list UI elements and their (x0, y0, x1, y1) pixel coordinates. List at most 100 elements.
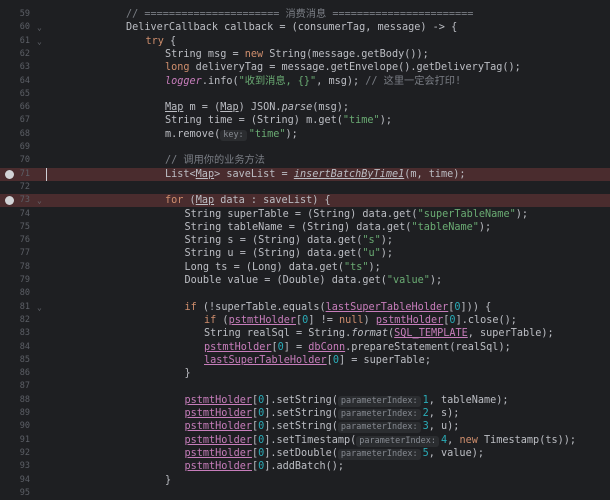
code-text[interactable]: DeliverCallback callback = (consumerTag,… (126, 21, 457, 34)
code-line[interactable]: 95 (0, 487, 610, 500)
code-text[interactable]: pstmtHolder[0].setString(parameterIndex:… (185, 407, 459, 420)
code-line[interactable]: 82 if (pstmtHolder[0] != null) pstmtHolde… (0, 314, 610, 327)
code-text[interactable]: pstmtHolder[0].addBatch(); (185, 460, 344, 473)
code-line[interactable]: 65 (0, 88, 610, 101)
line-number[interactable]: 61 (0, 35, 30, 48)
line-number[interactable]: 75 (0, 221, 30, 234)
code-line[interactable]: 76 String s = (String) data.get("s"); (0, 234, 610, 247)
code-text[interactable]: try { (146, 35, 177, 48)
line-number[interactable]: 93 (0, 460, 30, 473)
line-number[interactable]: 68 (0, 128, 30, 141)
code-text[interactable]: String tableName = (String) data.get("ta… (185, 221, 492, 234)
line-number[interactable]: 89 (0, 407, 30, 420)
fold-chevron-icon[interactable]: ⌄ (37, 301, 42, 314)
code-text[interactable]: String s = (String) data.get("s"); (185, 234, 394, 247)
line-number[interactable]: 76 (0, 234, 30, 247)
line-number[interactable]: 67 (0, 114, 30, 127)
line-number[interactable]: 90 (0, 420, 30, 433)
line-number[interactable]: 70 (0, 154, 30, 167)
code-line[interactable]: 61 ⌄ try { (0, 35, 610, 48)
line-number[interactable]: 60 (0, 21, 30, 34)
code-line[interactable]: 74 String superTable = (String) data.get(… (0, 208, 610, 221)
code-line[interactable]: 71 List<Map> saveList = insertBatchByTime… (0, 167, 610, 181)
line-number[interactable]: 85 (0, 354, 30, 367)
code-line[interactable]: 72 (0, 181, 610, 194)
line-number[interactable]: 59 (0, 8, 30, 21)
code-text[interactable]: m.remove(key: "time"); (165, 128, 298, 141)
code-text[interactable]: String superTable = (String) data.get("s… (185, 208, 529, 221)
code-line[interactable]: 60 ⌄ DeliverCallback callback = (consumerT… (0, 21, 610, 34)
code-line[interactable]: 73 ⌄ for (Map data : saveList) { (0, 194, 610, 208)
line-number[interactable]: 78 (0, 261, 30, 274)
line-number[interactable]: 66 (0, 101, 30, 114)
line-number[interactable]: 64 (0, 75, 30, 88)
code-line[interactable]: 93 pstmtHolder[0].addBatch(); (0, 460, 610, 473)
code-text[interactable]: Map m = (Map) JSON.parse(msg); (165, 101, 349, 114)
line-number[interactable]: 69 (0, 141, 30, 154)
code-line[interactable]: 63 long deliveryTag = message.getEnvelope… (0, 61, 610, 74)
code-text[interactable]: pstmtHolder[0].setDouble(parameterIndex:… (185, 447, 484, 460)
code-line[interactable]: 87 (0, 380, 610, 393)
fold-chevron-icon[interactable]: ⌄ (37, 194, 42, 207)
code-text[interactable]: pstmtHolder[0].setString(parameterIndex:… (185, 420, 459, 434)
line-number[interactable]: 62 (0, 48, 30, 61)
line-number[interactable]: 79 (0, 274, 30, 287)
line-number[interactable]: 87 (0, 380, 30, 393)
code-line[interactable]: 89 pstmtHolder[0].setString(parameterInde… (0, 407, 610, 420)
line-number[interactable]: 72 (0, 181, 30, 194)
line-number[interactable]: 92 (0, 447, 30, 460)
code-text[interactable]: List<Map> saveList = insertBatchByTime1(… (165, 168, 466, 181)
line-number[interactable]: 84 (0, 341, 30, 354)
line-number[interactable]: 74 (0, 208, 30, 221)
code-text[interactable]: logger.info("收到消息, {}", msg); // 这里一定会打印… (165, 75, 461, 88)
code-text[interactable]: pstmtHolder[0].setTimestamp(parameterInd… (185, 434, 576, 447)
code-text[interactable]: if (!superTable.equals(lastSuperTableHol… (185, 301, 492, 314)
code-text[interactable]: pstmtHolder[0].setString(parameterIndex:… (185, 394, 509, 407)
code-line[interactable]: 70 // 调用你的业务方法 (0, 154, 610, 167)
line-number[interactable]: 81 (0, 301, 30, 314)
line-number[interactable]: 82 (0, 314, 30, 327)
fold-chevron-icon[interactable]: ⌄ (37, 21, 42, 34)
code-text[interactable]: String realSql = String.format(SQL_TEMPL… (204, 327, 554, 340)
code-text[interactable]: String msg = new String(message.getBody(… (165, 48, 429, 61)
line-number[interactable]: 83 (0, 327, 30, 340)
code-line[interactable]: 62 String msg = new String(message.getBod… (0, 48, 610, 61)
code-text[interactable]: pstmtHolder[0] = dbConn.prepareStatement… (204, 341, 511, 354)
line-number[interactable]: 80 (0, 287, 30, 300)
line-number[interactable]: 77 (0, 247, 30, 260)
code-line[interactable]: 88 pstmtHolder[0].setString(parameterInde… (0, 394, 610, 407)
code-line[interactable]: 69 (0, 141, 610, 154)
line-number[interactable]: 91 (0, 434, 30, 447)
code-editor[interactable]: 59 // ====================== 消费消息 =======… (0, 0, 610, 500)
code-line[interactable]: 90 pstmtHolder[0].setString(parameterInde… (0, 420, 610, 434)
code-text[interactable]: // 调用你的业务方法 (165, 154, 265, 167)
code-line[interactable]: 83 String realSql = String.format(SQL_TEM… (0, 327, 610, 340)
code-text[interactable]: } (165, 474, 171, 487)
code-text[interactable]: if (pstmtHolder[0] != null) pstmtHolder[… (204, 314, 517, 327)
code-line[interactable]: 92 pstmtHolder[0].setDouble(parameterInde… (0, 447, 610, 460)
code-text[interactable]: } (185, 367, 191, 380)
code-line[interactable]: 86} (0, 367, 610, 380)
code-line[interactable]: 78 Long ts = (Long) data.get("ts"); (0, 261, 610, 274)
code-line[interactable]: 84 pstmtHolder[0] = dbConn.prepareStateme… (0, 341, 610, 354)
code-text[interactable]: String u = (String) data.get("u"); (185, 247, 394, 260)
breakpoint-icon[interactable] (5, 169, 14, 179)
code-line[interactable]: 75 String tableName = (String) data.get("… (0, 221, 610, 234)
code-line[interactable]: 80 (0, 287, 610, 300)
line-number[interactable]: 65 (0, 88, 30, 101)
line-number[interactable]: 95 (0, 487, 30, 500)
fold-chevron-icon[interactable]: ⌄ (37, 35, 42, 48)
code-line[interactable]: 94} (0, 474, 610, 487)
code-line[interactable]: 68 m.remove(key: "time"); (0, 128, 610, 141)
code-line[interactable]: 77 String u = (String) data.get("u"); (0, 247, 610, 260)
code-text[interactable]: Long ts = (Long) data.get("ts"); (185, 261, 381, 274)
code-line[interactable]: 64 logger.info("收到消息, {}", msg); // 这里一定会… (0, 75, 610, 88)
line-number[interactable]: 94 (0, 474, 30, 487)
code-text[interactable]: lastSuperTableHolder[0] = superTable; (204, 354, 431, 367)
code-line[interactable]: 59 // ====================== 消费消息 =======… (0, 8, 610, 21)
line-number[interactable]: 63 (0, 61, 30, 74)
code-line[interactable]: 81 ⌄ if (!superTable.equals(lastSuperTable… (0, 301, 610, 314)
code-text[interactable]: String time = (String) m.get("time"); (165, 114, 392, 127)
code-text[interactable]: // ====================== 消费消息 =========… (126, 8, 473, 21)
code-line[interactable]: 91 pstmtHolder[0].setTimestamp(parameterI… (0, 434, 610, 447)
